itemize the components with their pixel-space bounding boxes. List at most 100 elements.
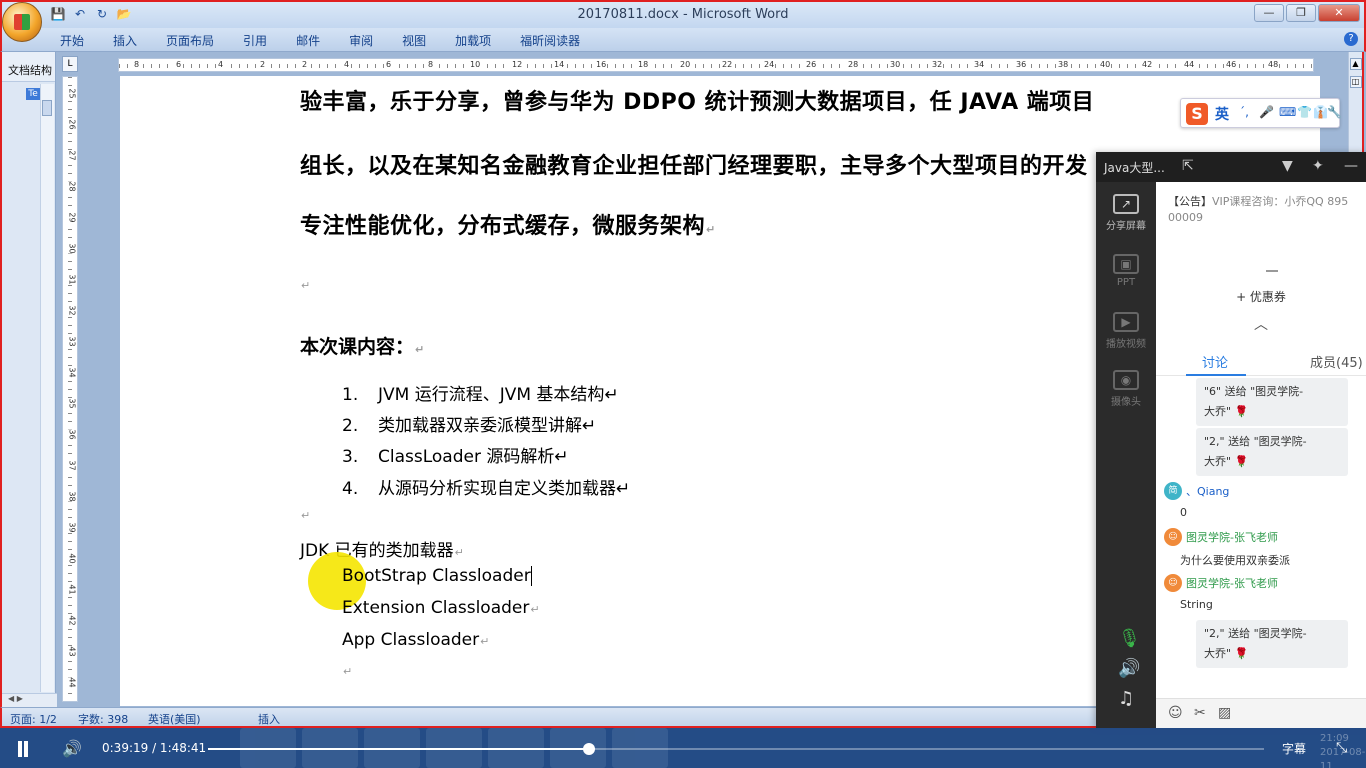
list-item: 1. JVM 运行流程、JVM 基本结构↵ <box>342 385 619 405</box>
window-controls: — ❐ ✕ <box>1254 4 1360 22</box>
microphone-icon[interactable]: 🎤 <box>1259 105 1274 121</box>
horizontal-ruler[interactable]: 8 6 4 2 2 4 6 8 10 12 14 16 18 20 22 24 26 28 30 32 34 36 38 40… <box>118 58 1314 72</box>
seek-handle[interactable] <box>583 743 595 755</box>
share-screen-tool[interactable]: ↗ 分享屏幕 <box>1096 194 1156 232</box>
chat-user[interactable]: ☺ 图灵学院-张飞老师 <box>1164 574 1278 592</box>
punctuation-icon[interactable]: ˊ, <box>1237 105 1251 121</box>
status-insert-mode[interactable]: 插入 <box>258 711 280 727</box>
camera-tool[interactable]: ◉ 摄像头 <box>1096 370 1156 408</box>
scissors-icon[interactable]: ✂ <box>1194 705 1206 721</box>
ruler-mark: 32 <box>931 60 944 69</box>
doc-line: 专注性能优化，分布式缓存，微服务架构↵ <box>300 214 716 239</box>
dropdown-icon[interactable]: ▼ <box>1282 158 1293 174</box>
emoji-icon[interactable]: ☺ <box>1168 705 1183 721</box>
document-map-scroll-thumb[interactable] <box>42 100 52 116</box>
volume-icon[interactable]: 🔊 <box>62 739 82 758</box>
ruler-mark: 42 <box>1141 60 1154 69</box>
document-map-hscroll[interactable]: ◀ ▶ <box>2 693 57 707</box>
tab-members[interactable]: 成员(45) <box>1310 352 1363 371</box>
microphone-icon[interactable]: 🎙 <box>1118 628 1141 649</box>
ruler-mark: 25 <box>67 88 77 99</box>
ruler-toggle-icon[interactable]: ◫ <box>1349 76 1362 88</box>
tab-view[interactable]: 视图 <box>402 32 426 49</box>
ppt-icon: ▣ <box>1113 254 1139 274</box>
tab-discussion[interactable]: 讨论 <box>1202 352 1228 371</box>
tab-mailings[interactable]: 邮件 <box>296 32 320 49</box>
avatar: ☺ <box>1164 574 1182 592</box>
ppt-tool[interactable]: ▣ PPT <box>1096 254 1156 288</box>
speaker-icon[interactable]: 🔊 <box>1118 658 1140 679</box>
ruler-mark: 8 <box>133 60 141 69</box>
empty-paragraph: ↵ <box>301 509 311 522</box>
restore-button[interactable]: ❐ <box>1286 4 1316 22</box>
ruler-mark: 6 <box>175 60 183 69</box>
tab-foxit-reader[interactable]: 福昕阅读器 <box>520 32 580 49</box>
music-icon[interactable]: ♫ <box>1118 688 1134 709</box>
scroll-up-icon[interactable]: ▲ <box>1349 58 1362 70</box>
keyboard-icon[interactable]: ⌨ <box>1279 105 1296 121</box>
chat-user[interactable]: 简 、Qiang <box>1164 482 1229 500</box>
pause-icon[interactable] <box>16 741 30 757</box>
avatar: 简 <box>1164 482 1182 500</box>
tab-home[interactable]: 开始 <box>60 32 84 49</box>
sogou-logo-icon[interactable]: S <box>1186 103 1208 125</box>
office-button-icon[interactable] <box>2 2 42 42</box>
announcement: 【公告】VIP课程咨询：小乔QQ 895 00009 <box>1168 195 1349 224</box>
ruler-mark: 36 <box>1015 60 1028 69</box>
status-word-count[interactable]: 字数: 398 <box>78 711 128 727</box>
tab-page-layout[interactable]: 页面布局 <box>166 32 214 49</box>
camera-icon: ◉ <box>1113 370 1139 390</box>
vertical-ruler[interactable]: 25 26 27 28 29 30 31 32 33 34 35 36 37 38 39 40 41 42 43 44 <box>62 76 78 702</box>
ruler-mark: 36 <box>67 429 77 440</box>
exit-fullscreen-icon[interactable]: ⤡ <box>1336 740 1347 756</box>
toolbox-icon[interactable]: 👔 <box>1313 105 1328 121</box>
ruler-mark: 38 <box>67 491 77 502</box>
seek-bar[interactable] <box>208 743 1264 755</box>
ruler-mark: 35 <box>67 398 77 409</box>
tab-insert[interactable]: 插入 <box>113 32 137 49</box>
minimize-button[interactable]: — <box>1254 4 1284 22</box>
play-video-tool[interactable]: ▶ 播放视频 <box>1096 312 1156 350</box>
ruler-mark: 40 <box>67 553 77 564</box>
tab-addins[interactable]: 加载项 <box>455 32 491 49</box>
sogou-ime-toolbar[interactable]: S 英 ˊ, 🎤 ⌨ 👕 👔 🔧 <box>1180 98 1342 128</box>
ruler-mark: 43 <box>67 646 77 657</box>
coupon-button[interactable]: + 优惠券 <box>1156 288 1366 305</box>
ruler-mark: 38 <box>1057 60 1070 69</box>
ruler-mark: 31 <box>67 274 77 285</box>
document-map-item[interactable]: Te <box>26 88 40 100</box>
ruler-mark: 44 <box>67 677 77 688</box>
ruler-mark: 44 <box>1183 60 1196 69</box>
ruler-mark: 27 <box>67 150 77 161</box>
ruler-mark: 41 <box>67 584 77 595</box>
ribbon: 开始 插入 页面布局 引用 邮件 审阅 视图 加载项 福昕阅读器 ? <box>0 28 1366 52</box>
chat-user[interactable]: ☺ 图灵学院-张飞老师 <box>1164 528 1278 546</box>
tab-selector-icon[interactable]: L <box>62 56 78 72</box>
share-out-icon[interactable]: ⇱ <box>1182 158 1194 174</box>
image-icon[interactable]: ▨ <box>1218 705 1231 721</box>
ruler-mark: 30 <box>889 60 902 69</box>
gift-message: "2," 送给 "图灵学院- 大乔" 🌹 <box>1196 620 1348 668</box>
chat-input-toolbar: ☺ ✂ ▨ <box>1156 698 1366 728</box>
help-icon[interactable]: ? <box>1344 32 1358 46</box>
list-item: 4. 从源码分析实现自定义类加载器↵ <box>342 479 631 499</box>
ruler-mark: 28 <box>67 181 77 192</box>
ime-mode[interactable]: 英 <box>1215 104 1229 124</box>
ruler-mark: 6 <box>385 60 393 69</box>
collapse-chevron-up-icon[interactable]: ︿ <box>1156 314 1366 334</box>
close-button[interactable]: ✕ <box>1318 4 1360 22</box>
skin-icon[interactable]: 👕 <box>1297 105 1312 121</box>
ruler-mark: 37 <box>67 460 77 471</box>
tab-references[interactable]: 引用 <box>243 32 267 49</box>
document-map-scrollbar[interactable] <box>40 84 54 692</box>
ruler-mark: 12 <box>511 60 524 69</box>
gift-message: "6" 送给 "图灵学院- 大乔" 🌹 <box>1196 378 1348 426</box>
settings-wrench-icon[interactable]: 🔧 <box>1327 105 1342 121</box>
pin-icon[interactable]: ✦ <box>1312 158 1324 174</box>
minimize-panel-icon[interactable]: — <box>1344 158 1358 174</box>
tab-review[interactable]: 审阅 <box>349 32 373 49</box>
status-language[interactable]: 英语(美国) <box>148 711 201 727</box>
subtitle-button[interactable]: 字幕 <box>1282 740 1306 757</box>
ruler-mark: 20 <box>679 60 692 69</box>
status-page[interactable]: 页面: 1/2 <box>10 711 57 727</box>
